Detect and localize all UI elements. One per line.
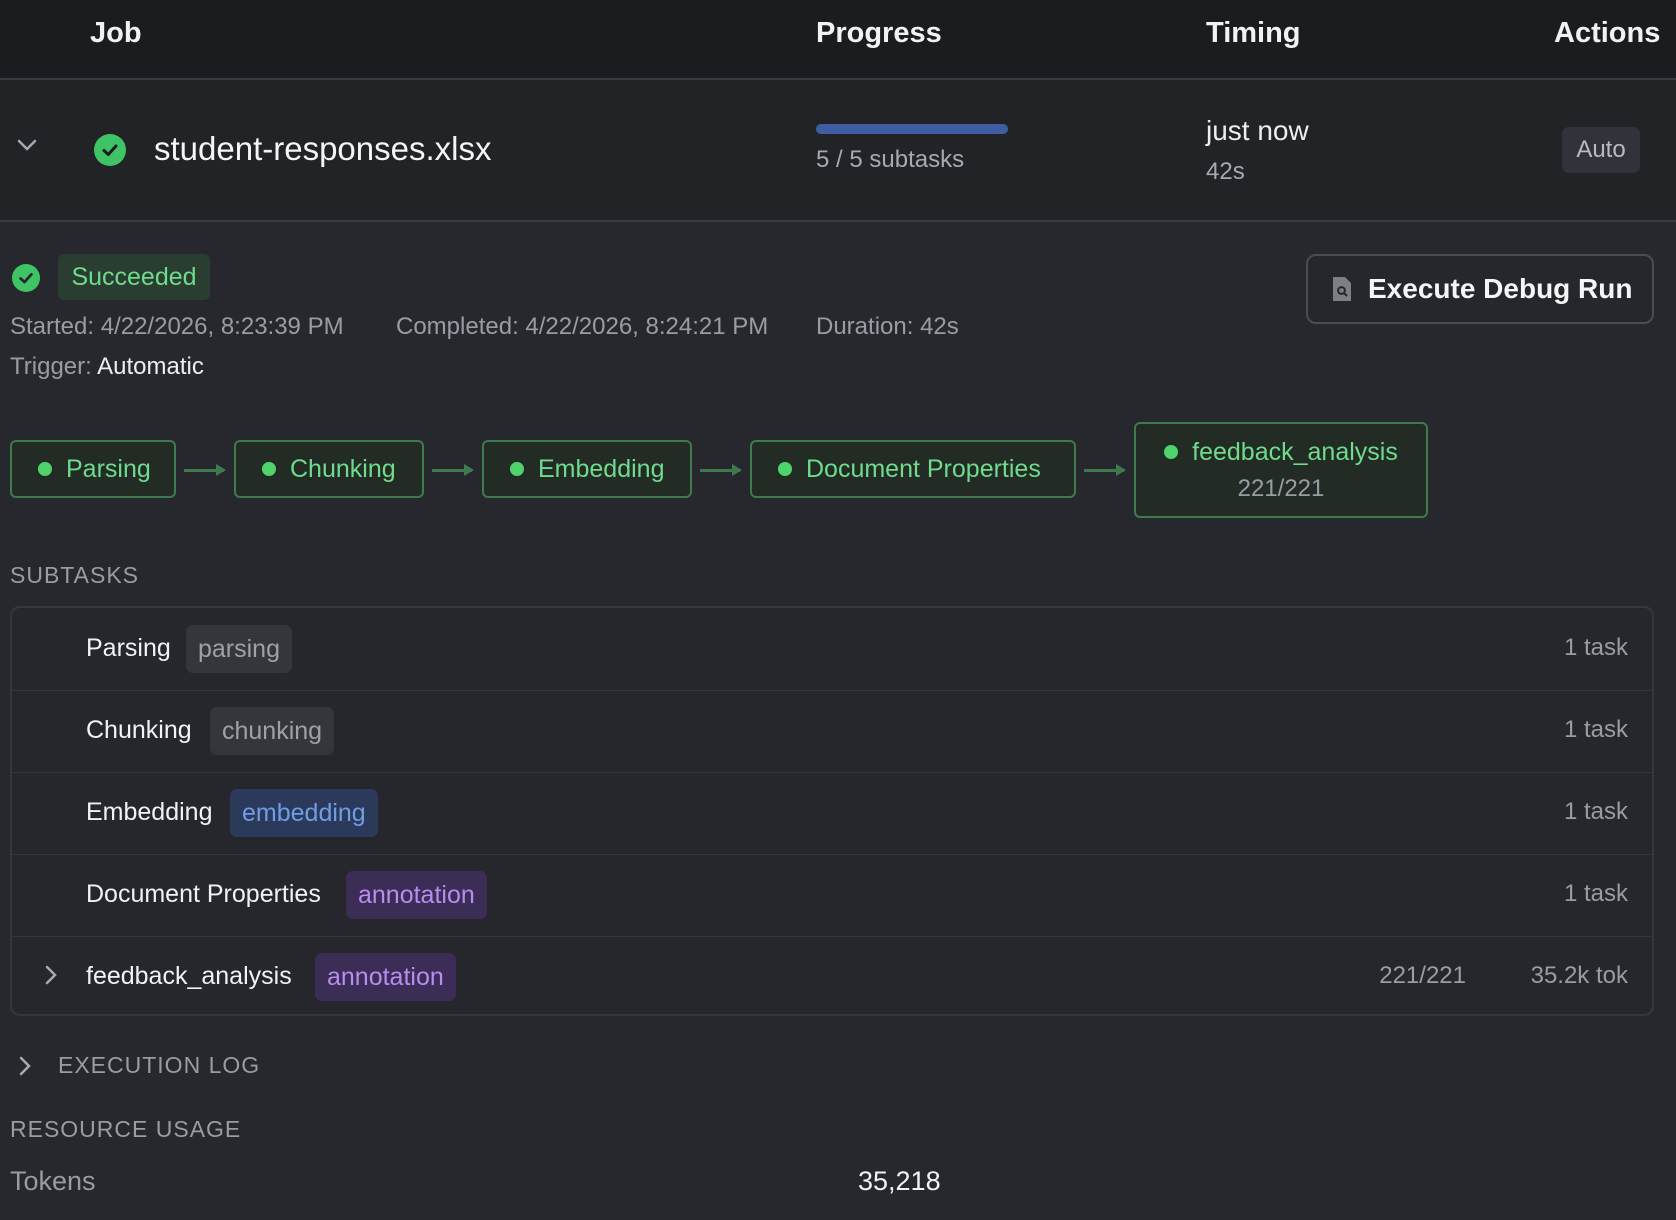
job-row[interactable]: student-responses.xlsx 5 / 5 subtasks ju… (0, 80, 1676, 222)
chevron-right-icon[interactable] (44, 964, 58, 991)
pipeline-arrow (1084, 464, 1126, 476)
subtask-type-tag: annotation (346, 871, 487, 919)
stage-label: feedback_analysis (1192, 437, 1398, 466)
chevron-down-icon[interactable] (16, 138, 38, 157)
auto-action-badge[interactable]: Auto (1562, 127, 1640, 173)
execute-debug-run-label: Execute Debug Run (1368, 273, 1633, 304)
job-filename[interactable]: student-responses.xlsx (154, 130, 492, 168)
pipeline-arrow (432, 464, 474, 476)
subtask-type-tag: parsing (186, 625, 292, 673)
stage-label: Parsing (66, 454, 151, 483)
subtask-name: feedback_analysis (86, 962, 292, 990)
job-timestamps: Started: 4/22/2026, 8:23:39 PM (10, 313, 344, 341)
tokens-label: Tokens (10, 1166, 96, 1196)
resource-usage-heading: RESOURCE USAGE (10, 1116, 242, 1142)
stage-status-dot (38, 462, 52, 476)
completed-value: 4/22/2026, 8:24:21 PM (525, 313, 769, 340)
subtask-row-feedback-analysis[interactable]: feedback_analysis annotation 221/221 35.… (12, 936, 1652, 1018)
subtasks-table: Parsing parsing 1 task Chunking chunking… (10, 606, 1654, 1016)
pipeline-stage-parsing[interactable]: Parsing (10, 440, 176, 498)
stage-label: Chunking (290, 454, 396, 483)
subtask-type-tag: embedding (230, 789, 378, 837)
stage-progress-count: 221/221 (1237, 474, 1325, 502)
subtask-row-document-properties[interactable]: Document Properties annotation 1 task (12, 854, 1652, 937)
job-progress-bar (816, 124, 1008, 134)
subtask-row-chunking[interactable]: Chunking chunking 1 task (12, 690, 1652, 773)
status-badge: Succeeded (58, 254, 210, 300)
stage-status-dot (778, 462, 792, 476)
pipeline-stage-document-properties[interactable]: Document Properties (750, 440, 1076, 498)
trigger-label: Trigger: (10, 353, 92, 380)
trigger-value: Automatic (97, 353, 204, 380)
status-check-icon (12, 264, 40, 292)
duration-label: Duration: (816, 313, 914, 340)
subtask-count: 221/221 (1379, 962, 1466, 989)
pipeline-stage-feedback-analysis[interactable]: feedback_analysis 221/221 (1134, 422, 1428, 518)
completed-label: Completed: (396, 313, 519, 340)
column-header-progress: Progress (816, 17, 942, 49)
started-label: Started: (10, 313, 95, 340)
stage-status-dot (1164, 445, 1179, 459)
started-value: 4/22/2026, 8:23:39 PM (100, 313, 344, 340)
subtask-count: 1 task (1563, 880, 1628, 907)
completed-info: Completed: 4/22/2026, 8:24:21 PM (396, 313, 768, 341)
duration-value: 42s (920, 313, 959, 340)
debug-file-icon (1330, 275, 1354, 303)
column-header-job: Job (90, 17, 142, 49)
execute-debug-run-button[interactable]: Execute Debug Run (1306, 254, 1654, 324)
subtask-row-embedding[interactable]: Embedding embedding 1 task (12, 772, 1652, 855)
subtask-name: Embedding (86, 798, 213, 826)
subtask-name: Document Properties (86, 880, 321, 908)
subtask-count: 1 task (1563, 716, 1628, 743)
pipeline-stage-chunking[interactable]: Chunking (234, 440, 424, 498)
subtask-row-parsing[interactable]: Parsing parsing 1 task (12, 608, 1652, 691)
subtask-count: 1 task (1563, 634, 1628, 661)
subtask-name: Parsing (86, 634, 171, 662)
job-timing-relative: just now (1206, 115, 1309, 146)
subtask-count: 1 task (1563, 798, 1628, 825)
job-progress-fill (816, 124, 1008, 134)
column-header-actions: Actions (1554, 17, 1661, 49)
job-progress-text: 5 / 5 subtasks (816, 146, 965, 173)
subtasks-heading: SUBTASKS (10, 562, 139, 588)
subtask-type-tag: annotation (315, 953, 456, 1001)
subtask-tokens: 35.2k tok (1530, 962, 1628, 989)
pipeline-arrow (700, 464, 742, 476)
chevron-right-icon (18, 1055, 32, 1077)
pipeline-stage-embedding[interactable]: Embedding (482, 440, 692, 498)
execution-log-toggle[interactable]: EXECUTION LOG (18, 1052, 260, 1079)
stage-label: Document Properties (806, 454, 1041, 483)
tokens-value: 35,218 (858, 1166, 941, 1196)
subtask-name: Chunking (86, 716, 192, 744)
trigger-info: Trigger: Automatic (10, 353, 204, 381)
pipeline-arrow (184, 464, 226, 476)
jobs-table-header: Job Progress Timing Actions (0, 0, 1676, 80)
execution-log-heading: EXECUTION LOG (58, 1052, 261, 1078)
stage-status-dot (262, 462, 276, 476)
success-check-icon (94, 134, 126, 166)
column-header-timing: Timing (1206, 17, 1301, 49)
subtask-type-tag: chunking (210, 707, 335, 755)
job-timing-duration: 42s (1206, 158, 1245, 185)
duration-info: Duration: 42s (816, 313, 959, 341)
stage-label: Embedding (538, 454, 665, 483)
stage-title-row: feedback_analysis (1164, 438, 1398, 467)
stage-status-dot (510, 462, 524, 476)
